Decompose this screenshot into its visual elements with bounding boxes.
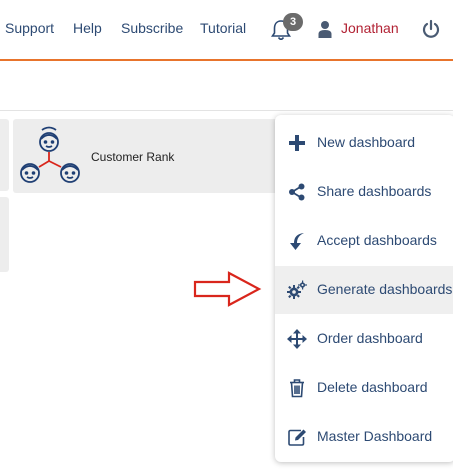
dashboard-tile-customer-rank[interactable]: Customer Rank <box>13 119 288 193</box>
dashboard-tile-partial[interactable] <box>0 197 9 272</box>
move-arrows-icon <box>287 329 307 349</box>
dashboard-actions-menu: New dashboard Share dashboards Accept da… <box>275 115 453 462</box>
menu-item-label: Delete dashboard <box>317 379 428 395</box>
menu-item-order-dashboard[interactable]: Order dashboard <box>275 315 453 363</box>
gears-icon <box>287 280 307 299</box>
accept-curved-arrow-icon <box>290 233 304 250</box>
plus-icon <box>289 135 305 151</box>
edit-icon <box>288 429 306 446</box>
menu-item-label: Share dashboards <box>317 183 432 199</box>
dashboard-tile-partial[interactable] <box>0 119 9 191</box>
menu-item-label: Generate dashboards <box>317 281 453 297</box>
dashboard-tile-label: Customer Rank <box>91 150 175 164</box>
user-icon[interactable] <box>318 20 332 38</box>
menu-item-label: Order dashboard <box>317 330 423 346</box>
notification-badge[interactable]: 3 <box>283 13 303 31</box>
menu-item-master-dashboard[interactable]: Master Dashboard <box>275 413 453 461</box>
customer-network-icon <box>20 126 80 183</box>
menu-item-label: Master Dashboard <box>317 428 433 444</box>
nav-subscribe-link[interactable]: Subscribe <box>121 20 183 36</box>
trash-icon <box>290 379 304 398</box>
menu-item-label: New dashboard <box>317 134 416 150</box>
user-name-link[interactable]: Jonathan <box>341 20 399 36</box>
menu-item-accept-dashboards[interactable]: Accept dashboards <box>275 217 453 265</box>
menu-item-share-dashboards[interactable]: Share dashboards <box>275 168 453 216</box>
red-outline-arrow-icon <box>193 271 262 307</box>
menu-item-generate-dashboards[interactable]: Generate dashboards <box>275 266 453 314</box>
nav-tutorial-link[interactable]: Tutorial <box>200 20 246 36</box>
menu-item-label: Accept dashboards <box>317 232 437 248</box>
top-navigation-bar: Support Help Subscribe Tutorial 3 Jonath… <box>0 0 453 61</box>
menu-item-delete-dashboard[interactable]: Delete dashboard <box>275 364 453 412</box>
nav-help-link[interactable]: Help <box>73 20 102 36</box>
share-icon <box>289 183 305 201</box>
nav-support-link[interactable]: Support <box>5 20 54 36</box>
power-icon[interactable] <box>421 19 441 39</box>
menu-item-new-dashboard[interactable]: New dashboard <box>275 119 453 167</box>
toolbar-area <box>0 61 453 111</box>
